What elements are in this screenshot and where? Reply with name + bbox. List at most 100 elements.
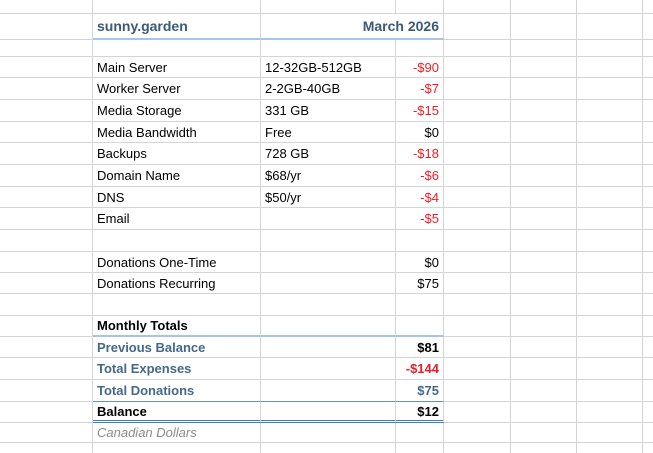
expense-detail-cell[interactable]: 728 GB [261,143,396,165]
empty-cell [643,57,653,78]
expense-row: Media Storage 331 GB -$15 [0,100,653,122]
empty-cell [643,122,653,143]
expense-detail-cell[interactable]: $50/yr [261,187,396,208]
empty-cell [577,14,643,40]
empty-cell [444,402,511,423]
empty-cell [444,143,511,165]
empty-cell [643,230,653,252]
empty-cell [511,402,577,423]
empty-cell [577,443,643,453]
empty-cell [444,0,511,14]
empty-cell [0,78,93,100]
sheet-title-cell[interactable]: sunny.garden [93,14,261,40]
empty-cell [0,100,93,122]
empty-cell [261,358,396,380]
expense-label-cell[interactable]: Email [93,208,261,230]
spreadsheet-row [0,230,653,252]
empty-cell [511,100,577,122]
expense-label-cell[interactable]: Media Storage [93,100,261,122]
empty-cell [261,443,396,453]
expense-detail-cell[interactable]: 331 GB [261,100,396,122]
empty-cell [396,40,444,57]
empty-cell [396,443,444,453]
empty-cell [643,252,653,273]
empty-cell [444,57,511,78]
expense-amount-cell[interactable]: -$15 [396,100,444,122]
empty-cell [261,316,396,337]
empty-cell [511,14,577,40]
expense-detail-cell[interactable]: $68/yr [261,165,396,187]
expense-amount-cell[interactable]: -$5 [396,208,444,230]
donation-amount-cell[interactable]: $75 [396,273,444,294]
empty-cell [0,208,93,230]
footer-note-row: Canadian Dollars [0,423,653,443]
empty-cell [511,358,577,380]
empty-cell [261,294,396,316]
empty-cell [0,380,93,402]
total-label-cell[interactable]: Total Donations [93,380,261,402]
balance-row: Balance $12 [0,402,653,423]
expense-amount-cell[interactable]: $0 [396,122,444,143]
expense-label-cell[interactable]: Media Bandwidth [93,122,261,143]
expense-amount-cell[interactable]: -$6 [396,165,444,187]
expense-detail-cell[interactable]: Free [261,122,396,143]
total-label-cell[interactable]: Previous Balance [93,337,261,358]
expense-amount-cell[interactable]: -$4 [396,187,444,208]
total-amount-cell[interactable]: $81 [396,337,444,358]
empty-cell [0,187,93,208]
expense-detail-cell[interactable] [261,208,396,230]
empty-cell [577,337,643,358]
total-amount-cell[interactable]: $75 [396,380,444,402]
empty-cell [444,294,511,316]
empty-cell [577,252,643,273]
empty-cell [643,0,653,14]
empty-cell [577,358,643,380]
spreadsheet-row [0,443,653,453]
total-row: Total Donations $75 [0,380,653,402]
empty-cell [0,40,93,57]
empty-cell [261,423,396,443]
empty-cell [577,100,643,122]
expense-label-cell[interactable]: DNS [93,187,261,208]
donation-label-cell[interactable]: Donations Recurring [93,273,261,294]
empty-cell [0,14,93,40]
empty-cell [511,208,577,230]
empty-cell [643,273,653,294]
currency-note-cell[interactable]: Canadian Dollars [93,423,261,443]
empty-cell [0,316,93,337]
empty-cell [444,358,511,380]
period-cell[interactable]: March 2026 [261,14,444,40]
empty-cell [261,252,396,273]
expense-label-cell[interactable]: Backups [93,143,261,165]
empty-cell [577,230,643,252]
empty-cell [511,443,577,453]
empty-cell [444,208,511,230]
totals-heading-cell[interactable]: Monthly Totals [93,316,261,337]
empty-cell [261,40,396,57]
empty-cell [0,423,93,443]
empty-cell [0,143,93,165]
total-amount-cell[interactable]: -$144 [396,358,444,380]
total-row: Total Expenses -$144 [0,358,653,380]
empty-cell [577,40,643,57]
balance-label-cell[interactable]: Balance [93,402,261,423]
expense-amount-cell[interactable]: -$90 [396,57,444,78]
expense-amount-cell[interactable]: -$18 [396,143,444,165]
empty-cell [577,316,643,337]
expense-label-cell[interactable]: Main Server [93,57,261,78]
expense-label-cell[interactable]: Worker Server [93,78,261,100]
empty-cell [0,122,93,143]
expense-detail-cell[interactable]: 2-2GB-40GB [261,78,396,100]
donation-amount-cell[interactable]: $0 [396,252,444,273]
empty-cell [444,14,511,40]
empty-cell [396,230,444,252]
empty-cell [643,402,653,423]
empty-cell [444,122,511,143]
expense-detail-cell[interactable]: 12-32GB-512GB [261,57,396,78]
expense-amount-cell[interactable]: -$7 [396,78,444,100]
expense-label-cell[interactable]: Domain Name [93,165,261,187]
empty-cell [444,273,511,294]
balance-amount-cell[interactable]: $12 [396,402,444,423]
donation-label-cell[interactable]: Donations One-Time [93,252,261,273]
total-label-cell[interactable]: Total Expenses [93,358,261,380]
